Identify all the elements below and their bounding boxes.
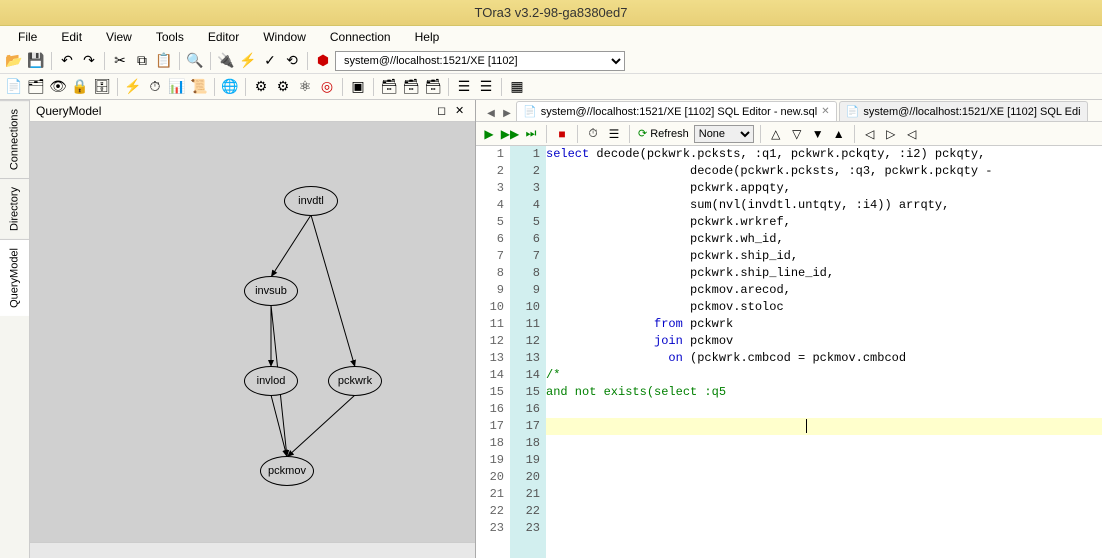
window-title: TOra3 v3.2-98-ga8380ed7 <box>475 5 628 20</box>
stop-icon[interactable]: ⬢ <box>313 51 333 71</box>
db-icon[interactable]: 🗄 <box>92 77 112 97</box>
node-invsub[interactable]: invsub <box>244 276 298 306</box>
script-icon[interactable]: 📜 <box>189 77 209 97</box>
tab-close-icon[interactable]: ✕ <box>821 106 829 117</box>
line-gutter-outer: 1234567891011121314151617181920212223 <box>476 146 510 558</box>
list2-icon[interactable]: ☰ <box>476 77 496 97</box>
open-icon[interactable]: 📂 <box>4 51 24 71</box>
editor-tab-0[interactable]: 📄 system@//localhost:1521/XE [1102] SQL E… <box>516 101 837 121</box>
editor-panel: ◀ ▶ 📄system@//localhost:1521/XE [1102] S… <box>476 100 1102 558</box>
search-icon[interactable]: 🔍 <box>185 51 205 71</box>
gear2-icon[interactable]: ⚙ <box>273 77 293 97</box>
run-step-icon[interactable]: ▶▶ <box>501 125 519 143</box>
editor-tab-1[interactable]: 📄system@//localhost:1521/XE [1102] SQL E… <box>839 101 1088 121</box>
main-toolbar: 📂 💾 ↶ ↷ ✂ ⧉ 📋 🔍 🔌 ⚡ ✓ ⟲ ⬢ system@//local… <box>0 48 1102 74</box>
flash-icon[interactable]: ⚡ <box>123 77 143 97</box>
connection-dropdown[interactable]: system@//localhost:1521/XE [1102] <box>335 51 625 71</box>
list1-icon[interactable]: ☰ <box>454 77 474 97</box>
triangle-up-icon[interactable]: △ <box>767 125 785 143</box>
paste-icon[interactable]: 📋 <box>154 51 174 71</box>
redo-icon[interactable]: ↷ <box>79 51 99 71</box>
panel-header: QueryModel ◻ ✕ <box>30 100 475 122</box>
cut-icon[interactable]: ✂ <box>110 51 130 71</box>
run-all-icon[interactable]: ⏭ <box>522 125 540 143</box>
line-gutter-inner: 1234567891011121314151617181920212223 <box>510 146 546 558</box>
left-sidebar: ConnectionsDirectoryQueryModel <box>0 100 30 558</box>
file-icon: 📄 <box>523 105 537 118</box>
tab-label: system@//localhost:1521/XE [1102] SQL Ed… <box>863 106 1080 118</box>
chart-icon[interactable]: 📊 <box>167 77 187 97</box>
revtri-up-icon[interactable]: ▲ <box>830 125 848 143</box>
diagram-canvas[interactable]: invdtl invsub invlod pckwrk pckmov <box>30 122 475 558</box>
horizontal-scrollbar[interactable] <box>30 542 475 558</box>
menubar: FileEditViewToolsEditorWindowConnectionH… <box>0 26 1102 48</box>
code-editor[interactable]: 1234567891011121314151617181920212223 12… <box>476 146 1102 558</box>
close-panel-icon[interactable]: ✕ <box>455 104 469 118</box>
node-pckmov[interactable]: pckmov <box>260 456 314 486</box>
rollback-icon[interactable]: ⟲ <box>282 51 302 71</box>
output-icon[interactable]: ▣ <box>348 77 368 97</box>
menu-connection[interactable]: Connection <box>320 28 401 46</box>
main-area: ConnectionsDirectoryQueryModel QueryMode… <box>0 100 1102 558</box>
float-icon[interactable]: ◻ <box>437 104 451 118</box>
atom-icon[interactable]: ⚛ <box>295 77 315 97</box>
triangle-down-icon[interactable]: ▽ <box>788 125 806 143</box>
stop-exec-icon[interactable]: ■ <box>553 125 571 143</box>
tab-next-icon[interactable]: ▶ <box>500 105 514 121</box>
explain-icon[interactable]: ⏱ <box>584 125 602 143</box>
titlebar: TOra3 v3.2-98-ga8380ed7 <box>0 0 1102 26</box>
nav-right-icon[interactable]: ▷ <box>882 125 900 143</box>
target-icon[interactable]: ◎ <box>317 77 337 97</box>
tool2-icon[interactable]: 🗃 <box>401 77 421 97</box>
node-invlod[interactable]: invlod <box>244 366 298 396</box>
menu-edit[interactable]: Edit <box>51 28 92 46</box>
undo-icon[interactable]: ↶ <box>57 51 77 71</box>
globe-icon[interactable]: 🌐 <box>220 77 240 97</box>
query-model-panel: QueryModel ◻ ✕ invdtl invsub invlod pckwrk p… <box>30 100 476 558</box>
menu-window[interactable]: Window <box>253 28 316 46</box>
plan-icon[interactable]: ☰ <box>605 125 623 143</box>
grid-icon[interactable]: ▦ <box>507 77 527 97</box>
commit-icon[interactable]: ✓ <box>260 51 280 71</box>
disconnect-icon[interactable]: ⚡ <box>238 51 258 71</box>
new-sheet-icon[interactable]: 📄 <box>4 77 24 97</box>
menu-help[interactable]: Help <box>405 28 450 46</box>
tab-label: system@//localhost:1521/XE [1102] SQL Ed… <box>541 106 818 118</box>
tool1-icon[interactable]: 🗃 <box>379 77 399 97</box>
copy-icon[interactable]: ⧉ <box>132 51 152 71</box>
nav-left-icon[interactable]: ◁ <box>861 125 879 143</box>
connect-icon[interactable]: 🔌 <box>216 51 236 71</box>
menu-file[interactable]: File <box>8 28 47 46</box>
nav-end-icon[interactable]: ◁ <box>903 125 921 143</box>
panel-title: QueryModel <box>36 104 101 118</box>
tab-prev-icon[interactable]: ◀ <box>484 105 498 121</box>
file-icon: 📄 <box>846 105 860 118</box>
editor-toolbar: ▶ ▶▶ ⏭ ■ ⏱ ☰ ⟳Refresh None △ ▽ ▼ ▲ ◁ ▷ ◁ <box>476 122 1102 146</box>
side-tab-querymodel[interactable]: QueryModel <box>0 239 29 316</box>
tool3-icon[interactable]: 🗃 <box>423 77 443 97</box>
lock-icon[interactable]: 🔒 <box>70 77 90 97</box>
refresh-button[interactable]: ⟳Refresh <box>636 127 691 140</box>
run-icon[interactable]: ▶ <box>480 125 498 143</box>
code-text[interactable]: select decode(pckwrk.pcksts, :q1, pckwrk… <box>546 146 1102 558</box>
save-icon[interactable]: 💾 <box>26 51 46 71</box>
menu-view[interactable]: View <box>96 28 142 46</box>
browser-icon[interactable]: 👁 <box>48 77 68 97</box>
editor-tab-bar: ◀ ▶ 📄system@//localhost:1521/XE [1102] S… <box>476 100 1102 122</box>
node-pckwrk[interactable]: pckwrk <box>328 366 382 396</box>
gear1-icon[interactable]: ⚙ <box>251 77 271 97</box>
side-tab-directory[interactable]: Directory <box>0 178 29 239</box>
secondary-toolbar: 📄 🗂 👁 🔒 🗄 ⚡ ⏱ 📊 📜 🌐 ⚙ ⚙ ⚛ ◎ ▣ 🗃 🗃 🗃 ☰ ☰ … <box>0 74 1102 100</box>
revtri-down-icon[interactable]: ▼ <box>809 125 827 143</box>
side-tab-connections[interactable]: Connections <box>0 100 29 178</box>
menu-tools[interactable]: Tools <box>146 28 194 46</box>
menu-editor[interactable]: Editor <box>198 28 249 46</box>
node-invdtl[interactable]: invdtl <box>284 186 338 216</box>
clock-icon[interactable]: ⏱ <box>145 77 165 97</box>
schema-icon[interactable]: 🗂 <box>26 77 46 97</box>
refresh-interval-select[interactable]: None <box>694 125 754 143</box>
